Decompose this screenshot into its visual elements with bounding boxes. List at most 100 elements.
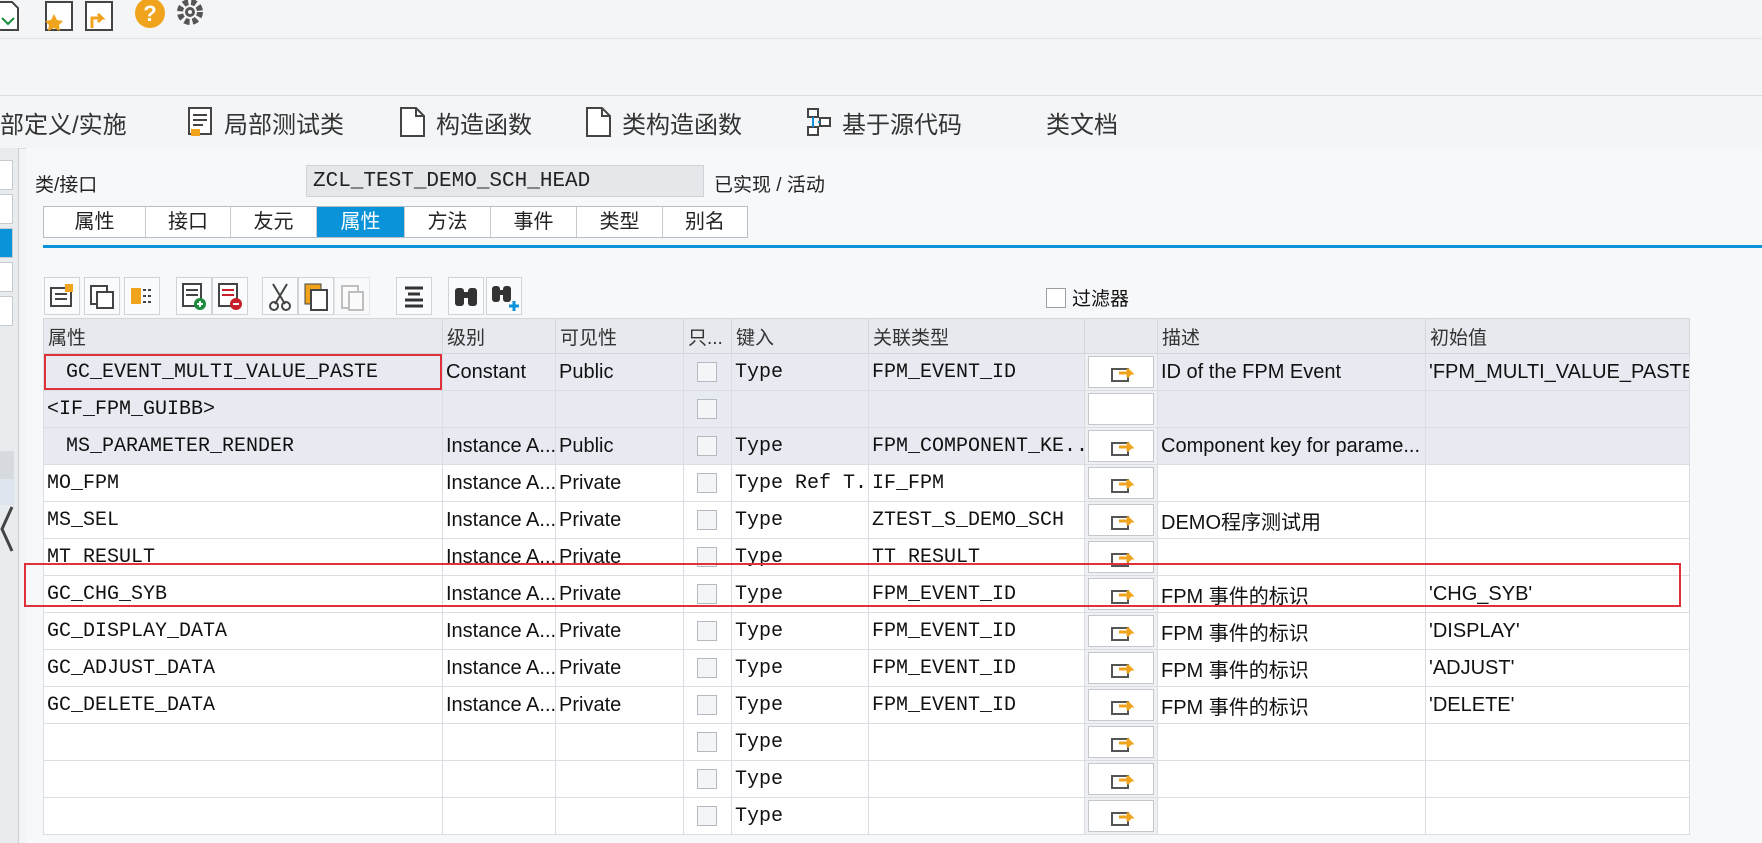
detail-view-button[interactable] <box>44 277 80 315</box>
class-name-field[interactable]: ZCL_TEST_DEMO_SCH_HEAD <box>306 165 704 197</box>
visibility-cell[interactable]: Public <box>555 427 684 465</box>
attribute-name-cell[interactable]: MO_FPM <box>43 464 443 502</box>
readonly-checkbox[interactable] <box>697 510 717 530</box>
description-cell[interactable] <box>1157 538 1426 576</box>
level-cell[interactable] <box>442 723 556 761</box>
initial-value-cell[interactable] <box>1425 501 1690 539</box>
cut-icon[interactable] <box>262 277 298 315</box>
visibility-cell[interactable] <box>555 390 684 428</box>
initial-value-cell[interactable] <box>1425 390 1690 428</box>
navigate-arrow-icon[interactable] <box>1088 800 1154 832</box>
attribute-name-cell[interactable] <box>43 723 443 761</box>
attribute-name-cell[interactable]: GC_DISPLAY_DATA <box>43 612 443 650</box>
table-row[interactable]: MT_RESULT Instance A... Private Type TT_RESU… <box>43 538 1690 576</box>
table-row[interactable]: GC_DELETE_DATA Instance A... Private Type FP… <box>43 686 1690 724</box>
table-row[interactable]: GC_EVENT_MULTI_VALUE_PASTE Constant Public… <box>43 353 1690 391</box>
delete-row-button[interactable] <box>212 277 248 315</box>
readonly-checkbox[interactable] <box>697 436 717 456</box>
function-tab-class-docs[interactable]: 类文档 <box>1046 106 1118 139</box>
navigate-arrow-icon[interactable] <box>1088 504 1154 536</box>
align-center-icon[interactable] <box>396 277 432 315</box>
settings-gear-icon[interactable] <box>174 0 206 32</box>
typing-cell[interactable]: Type <box>731 501 869 539</box>
function-tab-local-test-class[interactable]: 局部测试类 <box>188 106 344 139</box>
visibility-cell[interactable] <box>555 797 684 835</box>
associated-type-cell[interactable]: IF_FPM <box>868 464 1085 502</box>
table-row[interactable]: Type <box>43 797 1690 835</box>
readonly-checkbox[interactable] <box>697 806 717 826</box>
typing-cell[interactable]: Type Ref T... <box>731 464 869 502</box>
navigate-arrow-icon[interactable] <box>1088 467 1154 499</box>
attribute-name-cell[interactable]: GC_EVENT_MULTI_VALUE_PASTE <box>43 353 443 391</box>
associated-type-cell[interactable]: FPM_EVENT_ID <box>868 686 1085 724</box>
function-tab-definition[interactable]: 部定义/实施 <box>0 106 127 139</box>
navigate-arrow-icon[interactable] <box>1088 615 1154 647</box>
initial-value-cell[interactable]: 'FPM_MULTI_VALUE_PASTE' <box>1425 353 1690 391</box>
level-cell[interactable] <box>442 797 556 835</box>
readonly-checkbox[interactable] <box>697 658 717 678</box>
attribute-name-cell[interactable]: GC_DELETE_DATA <box>43 686 443 724</box>
tab-methods[interactable]: 方法 <box>405 207 491 237</box>
find-next-binoculars-icon[interactable] <box>486 277 522 315</box>
level-cell[interactable] <box>442 390 556 428</box>
navigate-arrow-icon[interactable] <box>1088 541 1154 573</box>
column-header-typing[interactable]: 键入 <box>731 318 869 354</box>
initial-value-cell[interactable] <box>1425 427 1690 465</box>
find-binoculars-icon[interactable] <box>448 277 484 315</box>
readonly-checkbox[interactable] <box>697 769 717 789</box>
copy-row-button[interactable] <box>84 277 120 315</box>
column-header-visibility[interactable]: 可见性 <box>555 318 684 354</box>
copy-icon[interactable] <box>298 277 334 315</box>
column-header-description[interactable]: 描述 <box>1157 318 1426 354</box>
typing-cell[interactable]: Type <box>731 797 869 835</box>
initial-value-cell[interactable] <box>1425 464 1690 502</box>
navigate-arrow-icon[interactable] <box>1088 430 1154 462</box>
dock-button[interactable] <box>0 194 13 224</box>
column-header-initial-value[interactable]: 初始值 <box>1425 318 1690 354</box>
dock-button-active[interactable] <box>0 228 13 258</box>
table-row[interactable]: Type <box>43 723 1690 761</box>
function-tab-class-constructor[interactable]: 类构造函数 <box>586 106 742 139</box>
visibility-cell[interactable]: Private <box>555 575 684 613</box>
readonly-checkbox[interactable] <box>697 547 717 567</box>
attribute-name-cell[interactable]: MS_PARAMETER_RENDER <box>43 427 443 465</box>
table-row[interactable]: Type <box>43 760 1690 798</box>
description-cell[interactable] <box>1157 464 1426 502</box>
column-header-level[interactable]: 级别 <box>442 318 556 354</box>
function-tab-source-code[interactable]: 基于源代码 <box>806 106 962 139</box>
typing-cell[interactable]: Type <box>731 723 869 761</box>
description-cell[interactable]: FPM 事件的标识 <box>1157 575 1426 613</box>
readonly-checkbox[interactable] <box>697 399 717 419</box>
insert-row-button[interactable] <box>176 277 212 315</box>
associated-type-cell[interactable]: ZTEST_S_DEMO_SCH <box>868 501 1085 539</box>
readonly-checkbox[interactable] <box>697 621 717 641</box>
tab-aliases[interactable]: 别名 <box>663 207 747 237</box>
function-tab-constructor[interactable]: 构造函数 <box>400 106 532 139</box>
typing-cell[interactable]: Type <box>731 649 869 687</box>
associated-type-cell[interactable]: FPM_COMPONENT_KE... <box>868 427 1085 465</box>
dock-button[interactable] <box>0 262 13 292</box>
typing-cell[interactable]: Type <box>731 760 869 798</box>
associated-type-cell[interactable]: FPM_EVENT_ID <box>868 612 1085 650</box>
table-row[interactable]: <IF_FPM_GUIBB> <box>43 390 1690 428</box>
tab-attributes[interactable]: 属性 <box>317 207 405 237</box>
description-cell[interactable]: Component key for parame... <box>1157 427 1426 465</box>
level-cell[interactable]: Instance A... <box>442 686 556 724</box>
description-cell[interactable]: DEMO程序测试用 <box>1157 501 1426 539</box>
visibility-cell[interactable]: Private <box>555 501 684 539</box>
tab-friends[interactable]: 友元 <box>231 207 317 237</box>
level-cell[interactable]: Instance A... <box>442 464 556 502</box>
typing-cell[interactable]: Type <box>731 575 869 613</box>
readonly-checkbox[interactable] <box>697 362 717 382</box>
level-cell[interactable]: Instance A... <box>442 427 556 465</box>
level-cell[interactable]: Constant <box>442 353 556 391</box>
initial-value-cell[interactable] <box>1425 760 1690 798</box>
description-cell[interactable]: FPM 事件的标识 <box>1157 686 1426 724</box>
attribute-name-cell[interactable]: <IF_FPM_GUIBB> <box>43 390 443 428</box>
level-cell[interactable]: Instance A... <box>442 538 556 576</box>
associated-type-cell[interactable]: FPM_EVENT_ID <box>868 575 1085 613</box>
readonly-checkbox[interactable] <box>697 695 717 715</box>
level-cell[interactable]: Instance A... <box>442 649 556 687</box>
document-icon[interactable] <box>0 0 32 32</box>
visibility-cell[interactable] <box>555 723 684 761</box>
